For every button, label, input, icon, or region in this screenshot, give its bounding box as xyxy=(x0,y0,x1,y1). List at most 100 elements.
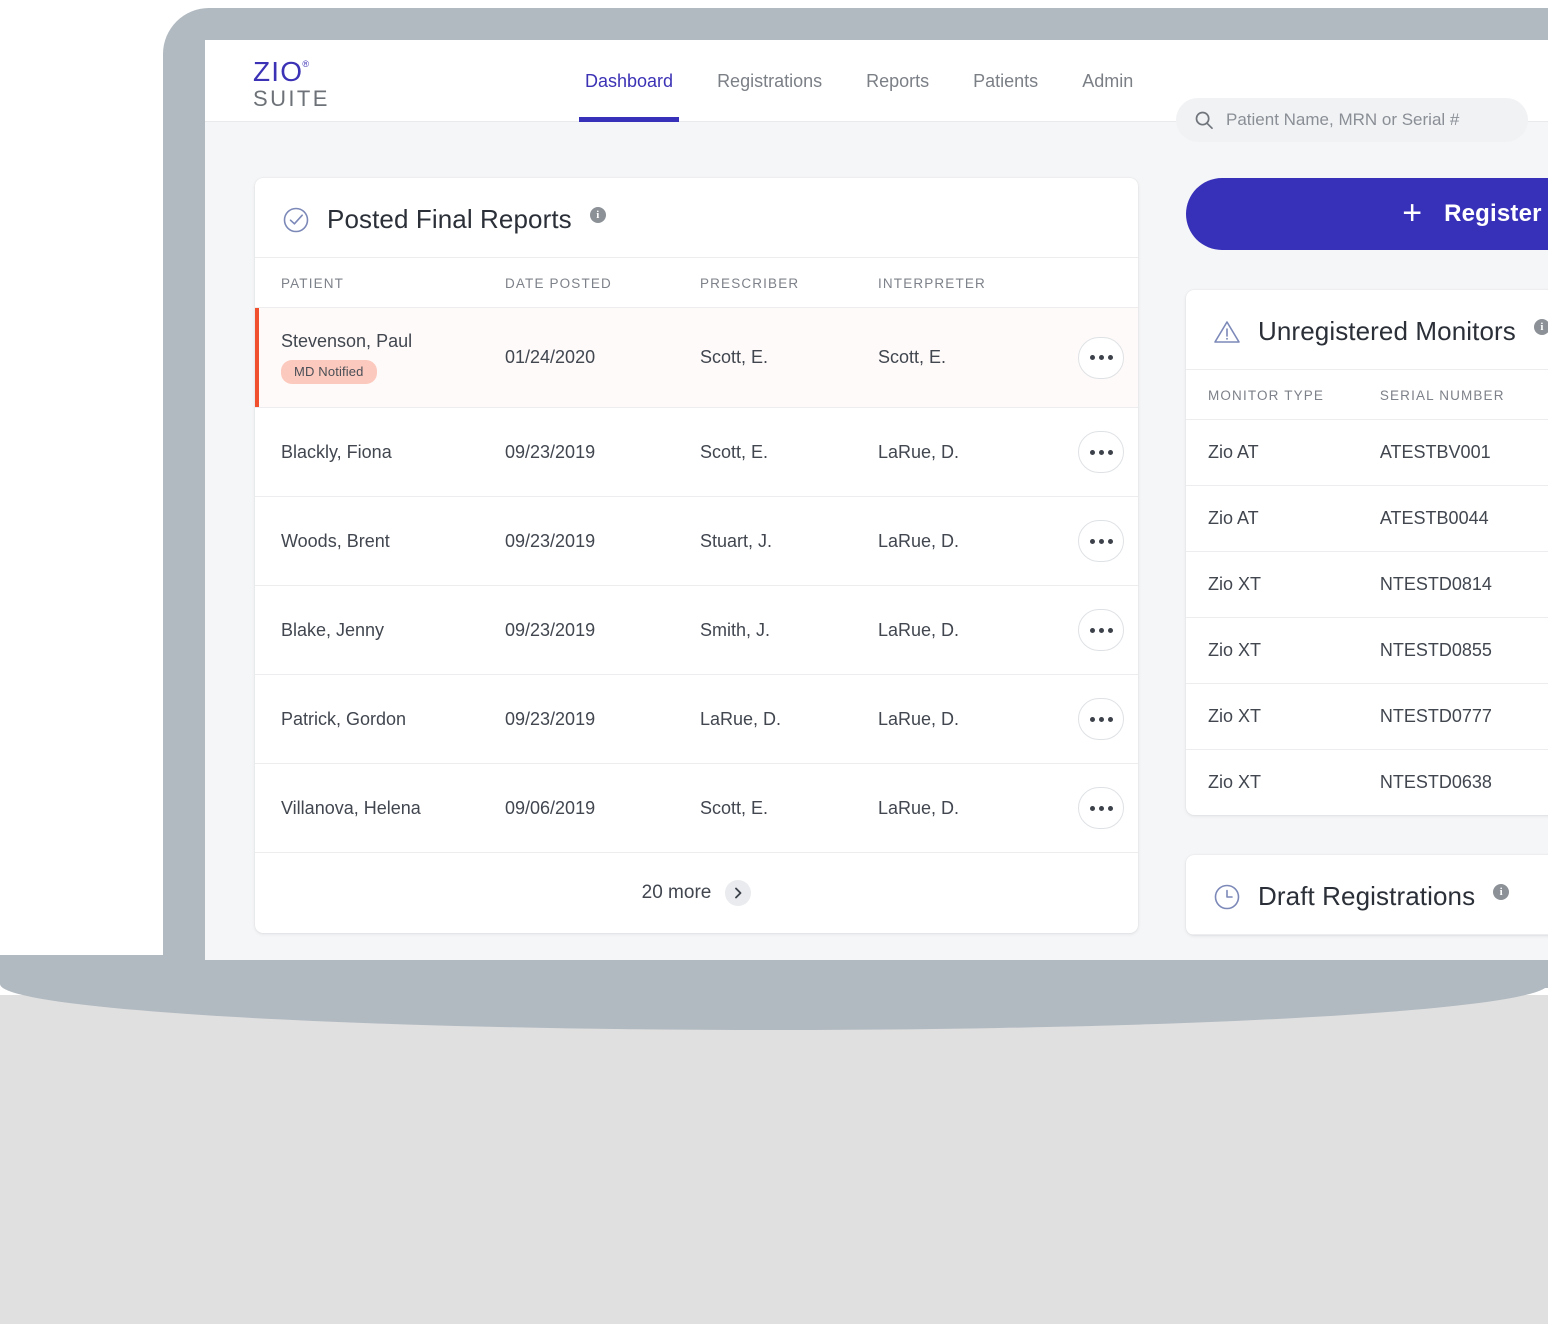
info-icon[interactable]: i xyxy=(590,207,606,223)
ellipsis-icon xyxy=(1108,806,1113,811)
cell-actions xyxy=(1078,675,1138,764)
cell-monitor-type: Zio XT xyxy=(1186,552,1380,618)
cell-patient: Villanova, Helena xyxy=(255,764,505,853)
nav-item-reports[interactable]: Reports xyxy=(844,40,951,122)
warning-triangle-icon xyxy=(1212,318,1242,346)
show-more-button[interactable]: 20 more xyxy=(255,852,1138,933)
registered-trademark-icon: ® xyxy=(302,60,310,69)
column-header-interpreter: INTERPRETER xyxy=(878,258,1078,308)
cell-monitor-type: Zio XT xyxy=(1186,750,1380,816)
row-actions-button[interactable] xyxy=(1078,431,1124,473)
nav-label: Admin xyxy=(1082,71,1133,92)
cell-actions xyxy=(1078,308,1138,408)
unregistered-monitors-title: Unregistered Monitors xyxy=(1258,316,1516,347)
table-row[interactable]: Zio XT NTESTD0855 xyxy=(1186,618,1548,684)
cell-serial-number: NTESTD0638 xyxy=(1380,750,1548,816)
cell-interpreter: LaRue, D. xyxy=(878,497,1078,586)
table-row[interactable]: Zio AT ATESTBV001 xyxy=(1186,420,1548,486)
row-actions-button[interactable] xyxy=(1078,337,1124,379)
cell-serial-number: NTESTD0777 xyxy=(1380,684,1548,750)
clock-icon xyxy=(1212,882,1242,912)
row-actions-button[interactable] xyxy=(1078,609,1124,651)
search-input[interactable]: Patient Name, MRN or Serial # xyxy=(1176,98,1528,142)
posted-final-reports-title: Posted Final Reports xyxy=(327,204,572,235)
nav-label: Registrations xyxy=(717,71,822,92)
nav-label: Patients xyxy=(973,71,1038,92)
draft-registrations-header: Draft Registrations i xyxy=(1186,855,1548,935)
posted-final-reports-header: Posted Final Reports i xyxy=(255,178,1138,258)
nav-item-registrations[interactable]: Registrations xyxy=(695,40,844,122)
nav-item-patients[interactable]: Patients xyxy=(951,40,1060,122)
info-icon[interactable]: i xyxy=(1534,319,1548,335)
cell-date-posted: 01/24/2020 xyxy=(505,308,700,408)
nav-label: Reports xyxy=(866,71,929,92)
logo-suite-label: SUITE xyxy=(253,87,363,110)
cell-interpreter: LaRue, D. xyxy=(878,764,1078,853)
ellipsis-icon xyxy=(1090,355,1095,360)
table-body: Stevenson, Paul MD Notified 01/24/2020 S… xyxy=(255,308,1138,853)
cell-actions xyxy=(1078,764,1138,853)
cell-monitor-type: Zio XT xyxy=(1186,618,1380,684)
ellipsis-icon xyxy=(1090,628,1095,633)
cell-serial-number: ATESTB0044 xyxy=(1380,486,1548,552)
info-icon[interactable]: i xyxy=(1493,884,1509,900)
right-column: + Register Patient Unregistered Monitors… xyxy=(1186,178,1548,935)
row-actions-button[interactable] xyxy=(1078,698,1124,740)
table-row[interactable]: Stevenson, Paul MD Notified 01/24/2020 S… xyxy=(255,308,1138,408)
main-nav: Dashboard Registrations Reports Patients… xyxy=(563,40,1155,122)
draft-registrations-title: Draft Registrations xyxy=(1258,881,1475,912)
nav-item-admin[interactable]: Admin xyxy=(1060,40,1155,122)
posted-final-reports-card: Posted Final Reports i PATIENT DATE POST… xyxy=(255,178,1138,933)
column-header-prescriber: PRESCRIBER xyxy=(700,258,878,308)
cell-date-posted: 09/23/2019 xyxy=(505,586,700,675)
ellipsis-icon xyxy=(1099,628,1104,633)
ellipsis-icon xyxy=(1090,539,1095,544)
top-navigation-bar: ZIO® SUITE Dashboard Registrations Repor… xyxy=(205,40,1548,122)
register-patient-button[interactable]: + Register Patient xyxy=(1186,178,1548,250)
table-row[interactable]: Villanova, Helena 09/06/2019 Scott, E. L… xyxy=(255,764,1138,853)
cell-interpreter: LaRue, D. xyxy=(878,586,1078,675)
table-row[interactable]: Zio XT NTESTD0638 xyxy=(1186,750,1548,816)
column-header-actions xyxy=(1078,258,1138,308)
plus-icon: + xyxy=(1402,196,1422,230)
cell-monitor-type: Zio AT xyxy=(1186,486,1380,552)
cell-prescriber: Scott, E. xyxy=(700,308,878,408)
cell-prescriber: LaRue, D. xyxy=(700,675,878,764)
cell-interpreter: LaRue, D. xyxy=(878,675,1078,764)
logo-zio-text: ZIO® xyxy=(253,58,303,86)
draft-registrations-card: Draft Registrations i xyxy=(1186,855,1548,935)
ellipsis-icon xyxy=(1099,355,1104,360)
table-row[interactable]: Zio XT NTESTD0777 xyxy=(1186,684,1548,750)
cell-patient: Blackly, Fiona xyxy=(255,408,505,497)
table-row[interactable]: Blake, Jenny 09/23/2019 Smith, J. LaRue,… xyxy=(255,586,1138,675)
nav-item-dashboard[interactable]: Dashboard xyxy=(563,40,695,122)
cell-prescriber: Scott, E. xyxy=(700,408,878,497)
cell-actions xyxy=(1078,408,1138,497)
table-body: Zio AT ATESTBV001 Zio AT ATESTB0044 Zio … xyxy=(1186,420,1548,816)
laptop-screen: ZIO® SUITE Dashboard Registrations Repor… xyxy=(205,40,1548,960)
table-row[interactable]: Patrick, Gordon 09/23/2019 LaRue, D. LaR… xyxy=(255,675,1138,764)
table-row[interactable]: Zio XT NTESTD0814 xyxy=(1186,552,1548,618)
table-row[interactable]: Woods, Brent 09/23/2019 Stuart, J. LaRue… xyxy=(255,497,1138,586)
column-header-date-posted: DATE POSTED xyxy=(505,258,700,308)
row-actions-button[interactable] xyxy=(1078,787,1124,829)
table-header: PATIENT DATE POSTED PRESCRIBER INTERPRET… xyxy=(255,258,1138,308)
table-row[interactable]: Zio AT ATESTB0044 xyxy=(1186,486,1548,552)
cell-serial-number: NTESTD0814 xyxy=(1380,552,1548,618)
ellipsis-icon xyxy=(1090,806,1095,811)
ellipsis-icon xyxy=(1099,539,1104,544)
nav-label: Dashboard xyxy=(585,71,673,92)
table-header-row: PATIENT DATE POSTED PRESCRIBER INTERPRET… xyxy=(255,258,1138,308)
ellipsis-icon xyxy=(1108,628,1113,633)
cell-prescriber: Scott, E. xyxy=(700,764,878,853)
column-header-serial-number: SERIAL NUMBER xyxy=(1380,370,1548,420)
table-row[interactable]: Blackly, Fiona 09/23/2019 Scott, E. LaRu… xyxy=(255,408,1138,497)
status-badge: MD Notified xyxy=(281,360,377,384)
ellipsis-icon xyxy=(1108,539,1113,544)
logo-zio-label: ZIO xyxy=(253,56,303,87)
table-header-row: MONITOR TYPE SERIAL NUMBER xyxy=(1186,370,1548,420)
row-actions-button[interactable] xyxy=(1078,520,1124,562)
zio-suite-logo[interactable]: ZIO® SUITE xyxy=(253,58,363,110)
cell-serial-number: ATESTBV001 xyxy=(1380,420,1548,486)
unregistered-monitors-card: Unregistered Monitors i MONITOR TYPE SER… xyxy=(1186,290,1548,815)
